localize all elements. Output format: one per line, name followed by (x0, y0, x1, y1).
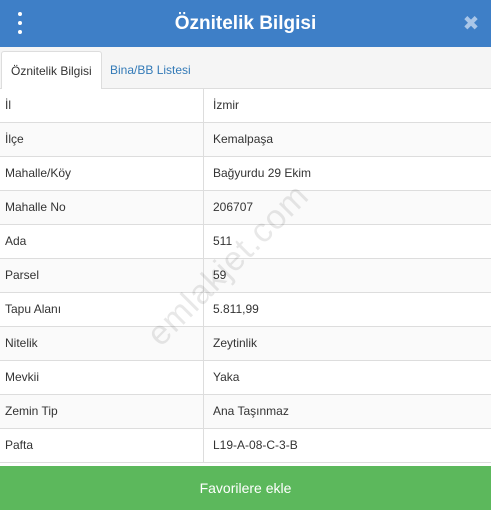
attribute-key: Zemin Tip (0, 395, 204, 428)
attribute-value: Kemalpaşa (213, 132, 274, 146)
tab-building-list[interactable]: Bina/BB Listesi (101, 51, 200, 90)
attribute-value: İzmir (213, 98, 239, 112)
add-to-favorites-button[interactable]: Favorilere ekle (0, 466, 491, 510)
table-row: Mahalle No 206707 (0, 191, 491, 225)
table-row: İlçe Kemalpaşa (0, 123, 491, 157)
table-row: Mevkii Yaka (0, 361, 491, 395)
attribute-value: Ana Taşınmaz (213, 404, 289, 418)
menu-dot (18, 30, 22, 34)
attribute-key: Parsel (0, 259, 204, 292)
menu-dot (18, 12, 22, 16)
table-row: Ada 511 (0, 225, 491, 259)
attribute-value: 5.811,99 (213, 302, 259, 316)
attribute-value: 59 (213, 268, 227, 282)
attribute-table: İl İzmir İlçe Kemalpaşa Mahalle/Köy Bağy… (0, 89, 491, 463)
table-row: Tapu Alanı 5.811,99 (0, 293, 491, 327)
table-row: Zemin Tip Ana Taşınmaz (0, 395, 491, 429)
tab-bar: Öznitelik Bilgisi Bina/BB Listesi (0, 47, 491, 90)
attribute-key: Nitelik (0, 327, 204, 360)
tab-attribute-info[interactable]: Öznitelik Bilgisi (1, 51, 102, 90)
attribute-value: Yaka (213, 370, 240, 384)
attribute-value: L19-A-08-C-3-B (213, 438, 298, 452)
attribute-key: Ada (0, 225, 204, 258)
close-icon[interactable]: ✖ (461, 12, 481, 34)
attribute-key: Tapu Alanı (0, 293, 204, 326)
attribute-value: Bağyurdu 29 Ekim (213, 166, 312, 180)
table-row: Parsel 59 (0, 259, 491, 293)
table-row: İl İzmir (0, 89, 491, 123)
attribute-key: İl (0, 89, 204, 122)
attribute-value: 511 (213, 234, 233, 248)
attribute-key: Mahalle No (0, 191, 204, 224)
table-row: Mahalle/Köy Bağyurdu 29 Ekim (0, 157, 491, 191)
attribute-key: Pafta (0, 429, 204, 462)
attribute-key: Mahalle/Köy (0, 157, 204, 190)
table-row: Pafta L19-A-08-C-3-B (0, 429, 491, 463)
attribute-value: Zeytinlik (213, 336, 258, 350)
header-bar: Öznitelik Bilgisi ✖ (0, 0, 491, 47)
attribute-key: Mevkii (0, 361, 204, 394)
table-row: Nitelik Zeytinlik (0, 327, 491, 361)
page-title: Öznitelik Bilgisi (174, 12, 317, 34)
menu-dot (18, 21, 22, 25)
attribute-key: İlçe (0, 123, 204, 156)
attribute-value: 206707 (213, 200, 254, 214)
kebab-menu-icon[interactable] (13, 12, 27, 34)
